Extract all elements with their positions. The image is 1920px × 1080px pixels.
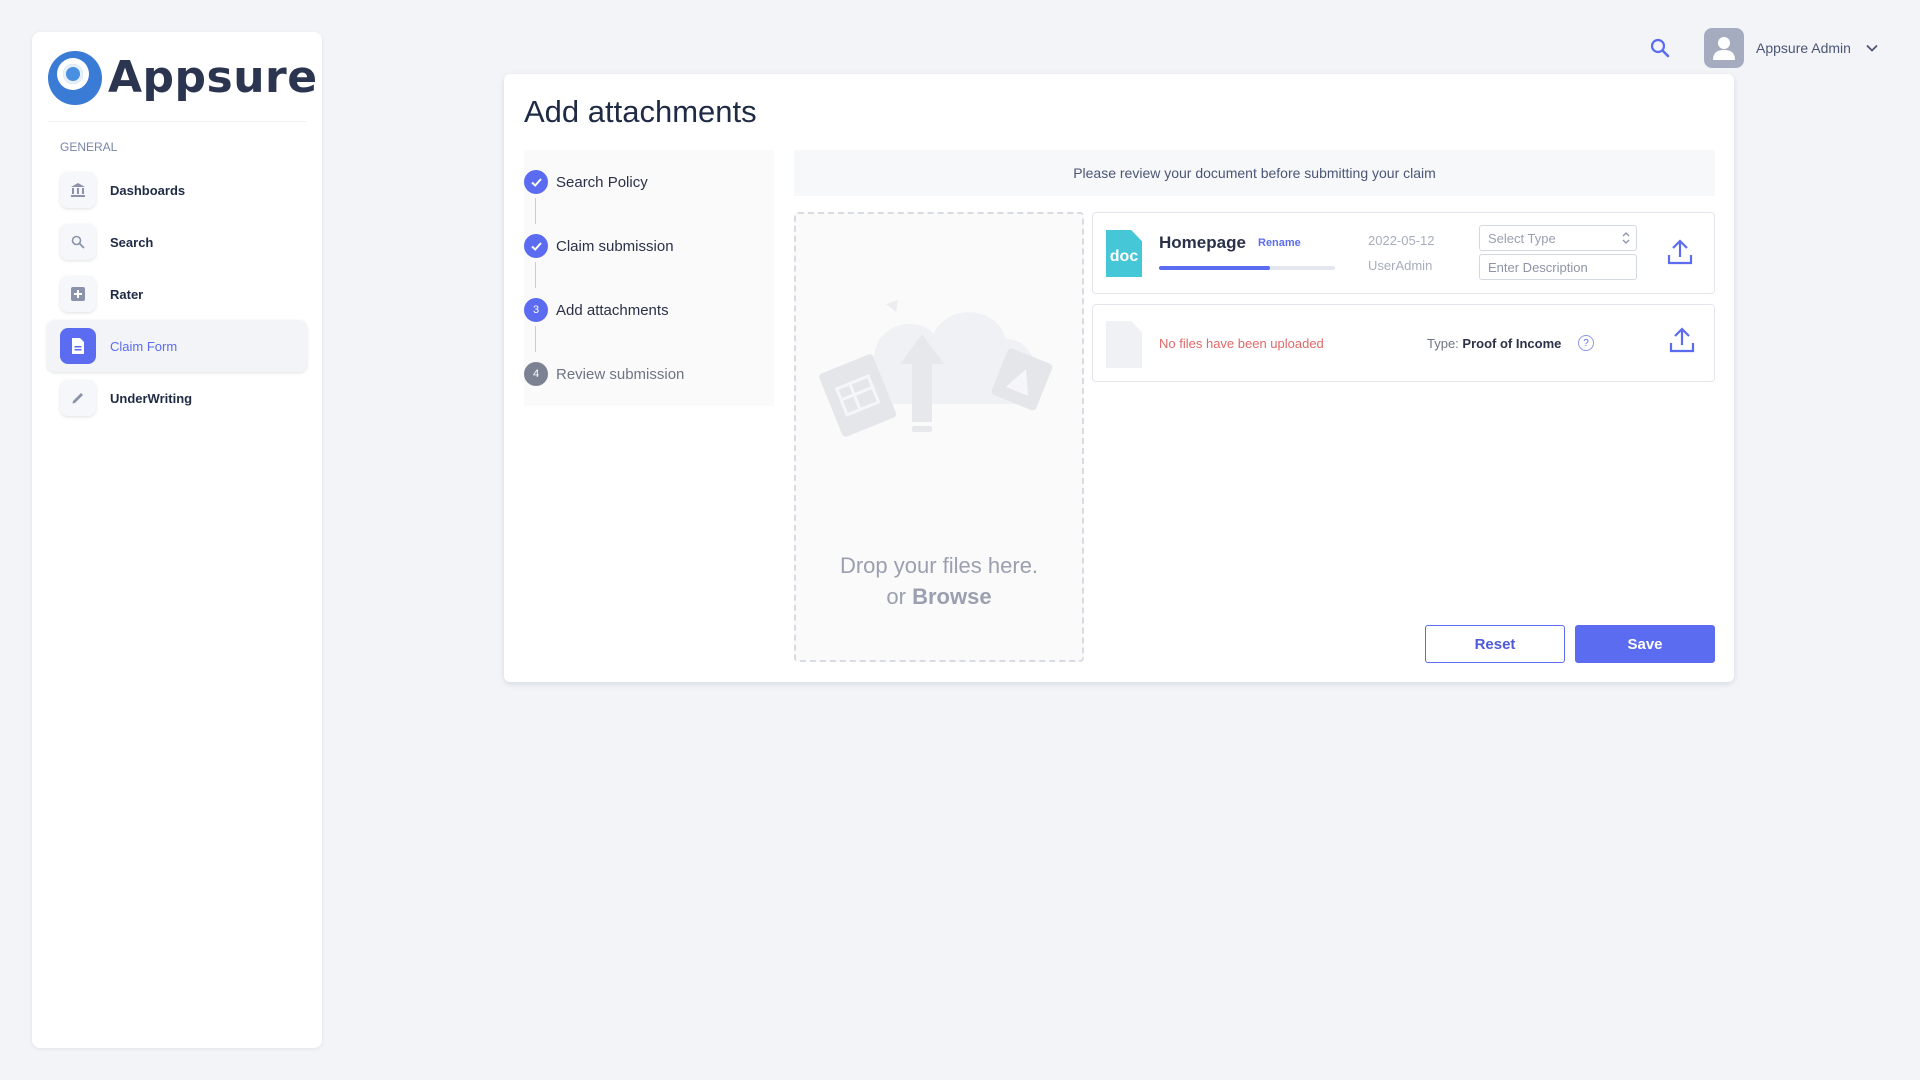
select-type-dropdown[interactable]: Select Type (1479, 225, 1637, 251)
logo-mark-icon (48, 50, 102, 105)
dropzone-line2: or Browse (796, 581, 1082, 612)
step-search-policy[interactable]: Search Policy (524, 170, 648, 194)
step-label: Add attachments (556, 301, 669, 319)
sidebar-item-underwriting[interactable]: UnderWriting (47, 372, 307, 424)
user-menu[interactable]: Appsure Admin (1704, 28, 1879, 68)
user-name: Appsure Admin (1756, 40, 1851, 56)
step-label: Search Policy (556, 173, 648, 191)
file-name: Homepage (1159, 233, 1246, 252)
check-icon (524, 170, 548, 194)
step-connector (535, 326, 536, 352)
no-files-message: No files have been uploaded (1159, 336, 1324, 351)
claim-stepper: Search Policy Claim submission 3 Add att… (524, 150, 774, 406)
sidebar-item-label: UnderWriting (110, 390, 193, 406)
reset-button[interactable]: Reset (1425, 625, 1565, 663)
nav-section-label: GENERAL (60, 140, 118, 154)
sidebar-item-search[interactable]: Search (47, 216, 307, 268)
step-connector (535, 262, 536, 288)
file-user: UserAdmin (1368, 258, 1433, 273)
step-label: Review submission (556, 365, 685, 383)
upload-icon[interactable] (1667, 325, 1697, 355)
sidebar-item-label: Claim Form (110, 338, 178, 354)
rename-link[interactable]: Rename (1258, 237, 1301, 249)
header-search-icon[interactable] (1648, 36, 1672, 60)
page-title: Add attachments (524, 94, 757, 129)
brand-name: Appsure (108, 52, 318, 103)
avatar (1704, 28, 1744, 68)
check-icon (524, 234, 548, 258)
chevron-down-icon[interactable] (1865, 41, 1879, 55)
step-add-attachments[interactable]: 3 Add attachments (524, 298, 669, 322)
sidebar-item-label: Dashboards (110, 182, 186, 198)
sidebar-item-label: Search (110, 234, 154, 250)
file-dropzone[interactable]: Drop your files here. or Browse (794, 212, 1084, 662)
upload-icon[interactable] (1665, 237, 1695, 267)
required-document-row: No files have been uploaded Type: Proof … (1092, 304, 1715, 382)
upload-progress-fill (1159, 266, 1270, 270)
step-number: 4 (524, 362, 548, 386)
browse-link[interactable]: Browse (912, 584, 991, 609)
sidebar-item-claim-form[interactable]: Claim Form (47, 320, 307, 372)
dropzone-line1: Drop your files here. (839, 553, 1039, 578)
bank-icon (60, 172, 96, 208)
dropzone-or: or (886, 584, 906, 609)
type-label: Type: (1427, 336, 1459, 351)
user-icon (1713, 37, 1735, 60)
step-connector (535, 198, 536, 224)
cloud-upload-icon (819, 300, 1053, 437)
upload-progress-bar (1159, 266, 1335, 270)
step-claim-submission[interactable]: Claim submission (524, 234, 674, 258)
description-input[interactable] (1479, 254, 1637, 280)
empty-file-icon (1106, 321, 1142, 368)
sidebar: Appsure GENERAL Dashboards Search Rater … (32, 32, 322, 1048)
sidebar-item-label: Rater (110, 286, 144, 302)
step-label: Claim submission (556, 237, 674, 255)
sidebar-item-dashboards[interactable]: Dashboards (47, 164, 307, 216)
search-icon (60, 224, 96, 260)
document-type: Type: Proof of Income (1427, 336, 1561, 351)
step-review-submission[interactable]: 4 Review submission (524, 362, 684, 386)
help-icon[interactable]: ? (1578, 335, 1594, 351)
attachments-card: Add attachments Search Policy Claim subm… (504, 74, 1734, 682)
select-type-value: Select Type (1488, 231, 1556, 246)
select-arrows-icon (1622, 232, 1630, 244)
review-notice: Please review your document before submi… (794, 150, 1715, 196)
document-icon (60, 328, 96, 364)
sidebar-nav: Dashboards Search Rater Claim Form Under… (32, 164, 322, 424)
step-number: 3 (524, 298, 548, 322)
brand-logo[interactable]: Appsure (48, 44, 317, 122)
save-button[interactable]: Save (1575, 625, 1715, 663)
pencil-icon (60, 380, 96, 416)
doc-file-icon: doc (1106, 230, 1142, 277)
file-date: 2022-05-12 (1368, 233, 1435, 248)
plus-square-icon (60, 276, 96, 312)
dropzone-text: Drop your files here. or Browse (796, 550, 1082, 612)
type-value: Proof of Income (1462, 336, 1562, 351)
sidebar-item-rater[interactable]: Rater (47, 268, 307, 320)
uploaded-file-row: doc Homepage Rename 2022-05-12 UserAdmin… (1092, 212, 1715, 294)
